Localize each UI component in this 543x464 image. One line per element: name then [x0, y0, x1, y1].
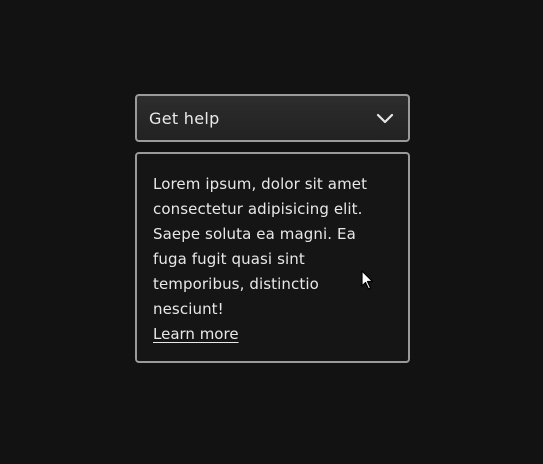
dropdown-label: Get help	[149, 108, 220, 128]
help-panel-text: Lorem ipsum, dolor sit amet consectetur …	[153, 175, 368, 318]
get-help-dropdown[interactable]: Get help	[135, 94, 410, 142]
help-panel: Lorem ipsum, dolor sit amet consectetur …	[135, 152, 410, 363]
learn-more-link[interactable]: Learn more	[153, 322, 239, 347]
chevron-down-icon	[376, 112, 394, 124]
mouse-pointer-icon	[361, 270, 375, 290]
